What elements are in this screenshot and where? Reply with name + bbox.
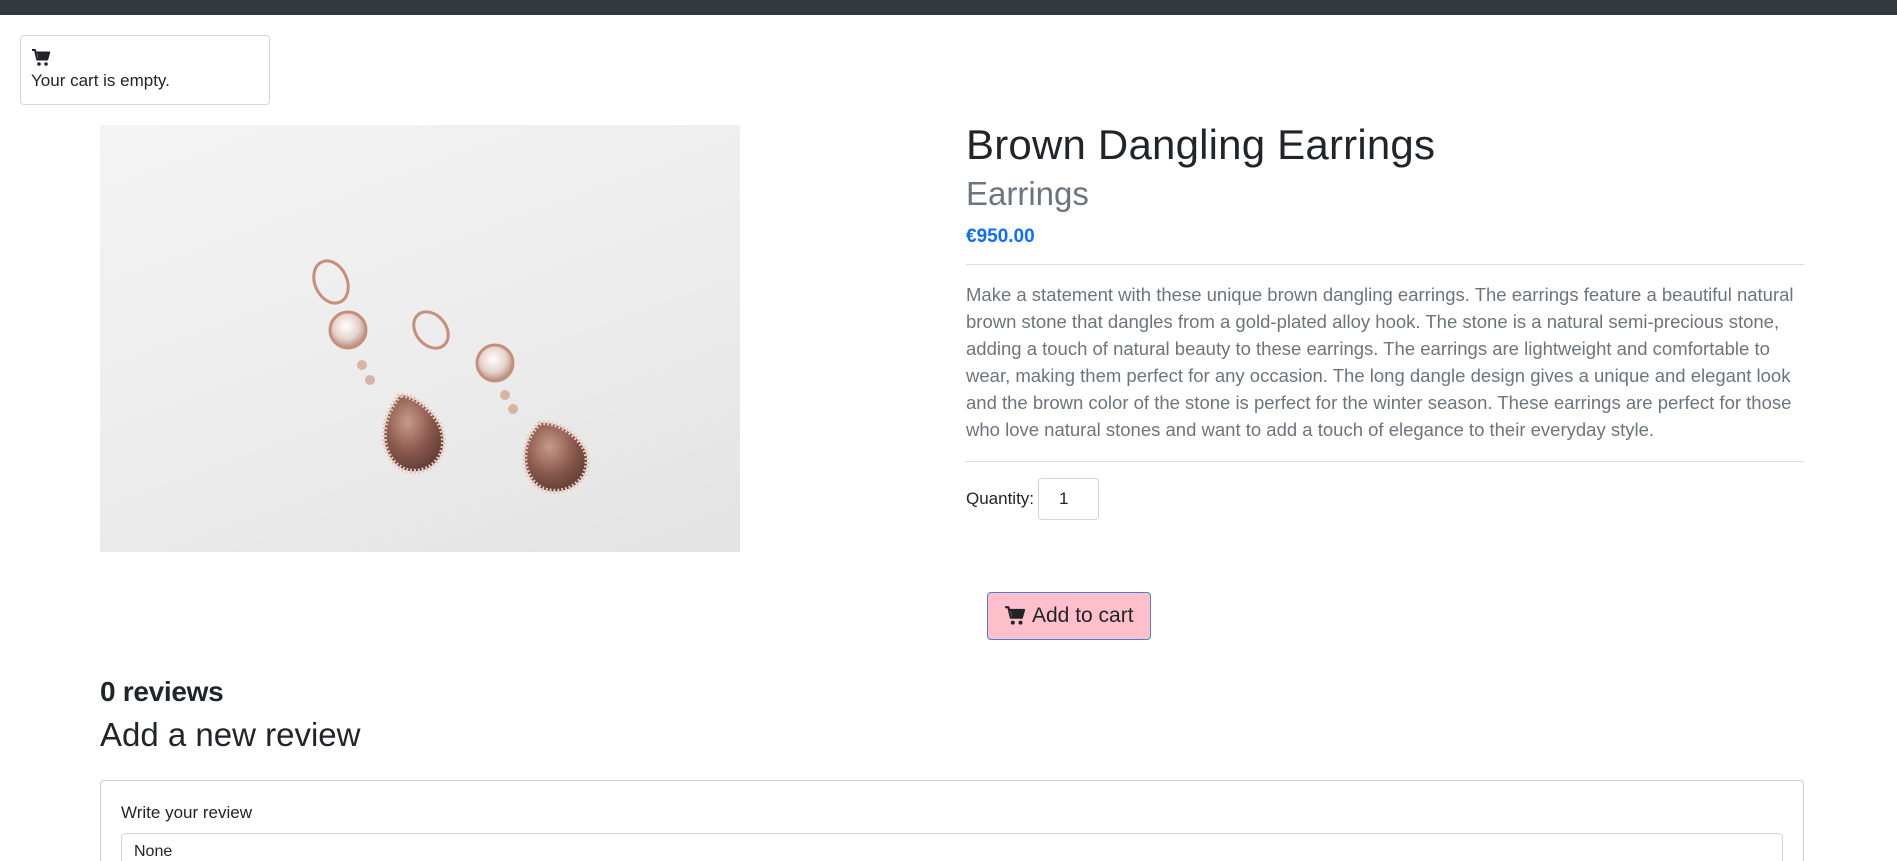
cart-icon [32,49,51,66]
add-review-heading: Add a new review [100,716,361,753]
product-image [100,125,740,552]
top-navbar [0,0,1897,15]
product-category: Earrings [966,175,1089,213]
divider [966,460,1804,462]
quantity-label: Quantity: [966,488,1035,508]
cart-icon [1005,606,1026,625]
quantity-row: Quantity: [966,477,1804,520]
product-details: Brown Dangling Earrings Earrings €950.00… [966,120,1804,520]
product-price: €950.00 [966,225,1035,247]
cart-summary[interactable]: Your cart is empty. [20,35,270,105]
add-to-cart-button[interactable]: Add to cart [987,592,1151,640]
review-input[interactable] [121,833,1783,861]
product-title: Brown Dangling Earrings [966,121,1436,168]
add-to-cart-label: Add to cart [1032,604,1134,627]
product-description: Make a statement with these unique brown… [966,283,1794,440]
divider [966,263,1804,265]
cart-status-text: Your cart is empty. [31,71,170,90]
quantity-input[interactable] [1038,477,1100,520]
review-form: Write your review [100,780,1804,861]
earrings-photo [312,259,590,494]
review-input-label: Write your review [121,803,252,822]
reviews-count: 0 reviews [100,676,224,707]
